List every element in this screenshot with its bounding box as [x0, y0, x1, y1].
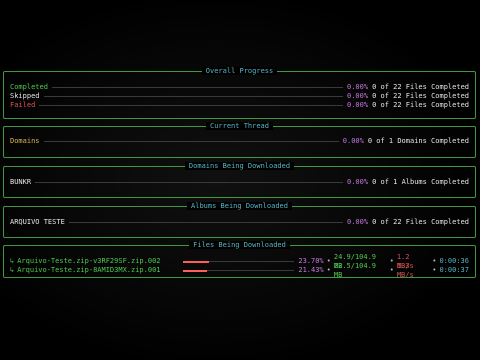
- album-row: ARQUIVO TESTE 0.00% 0 of 22 Files Comple…: [10, 218, 469, 227]
- row-label: ARQUIVO TESTE: [10, 218, 65, 226]
- file-progress-fill: [182, 260, 210, 263]
- panel-title-files: Files Being Downloaded: [189, 241, 290, 249]
- progress-track: [39, 105, 343, 106]
- albums-panel: Albums Being Downloaded ARQUIVO TESTE 0.…: [3, 202, 476, 238]
- panel-title-domains: Domains Being Downloaded: [184, 162, 295, 170]
- progress-track: [43, 141, 339, 142]
- overall-row-skipped: Skipped 0.00% 0 of 22 Files Completed: [10, 92, 469, 101]
- row-percent: 0.00%: [346, 178, 369, 186]
- domain-row: BUNKR 0.00% 0 of 1 Albums Completed: [10, 178, 469, 187]
- progress-track: [51, 87, 343, 88]
- file-progress-track: [182, 260, 295, 263]
- subitem-arrow-icon: ↳: [10, 257, 15, 265]
- panel-title-thread: Current Thread: [205, 122, 273, 130]
- progress-track: [68, 222, 343, 223]
- file-percent: 21.43%: [298, 266, 324, 274]
- row-status: 0 of 1 Domains Completed: [367, 137, 469, 145]
- row-label: Failed: [10, 101, 36, 109]
- overall-progress-panel: Overall Progress Completed 0.00% 0 of 22…: [3, 67, 476, 119]
- row-percent: 0.00%: [346, 83, 369, 91]
- row-label: Domains: [10, 137, 40, 145]
- file-percent: 23.70%: [298, 257, 324, 265]
- file-name: Arquivo-Teste.zip-v3RF29SF.zip.002: [17, 257, 161, 265]
- row-status: 0 of 22 Files Completed: [372, 101, 469, 109]
- row-status: 0 of 22 Files Completed: [372, 218, 469, 226]
- terminal-window: Overall Progress Completed 0.00% 0 of 22…: [0, 0, 480, 360]
- file-progress-track: [182, 269, 295, 272]
- row-percent: 0.00%: [346, 218, 369, 226]
- file-progress-fill: [182, 269, 207, 272]
- progress-track: [43, 96, 343, 97]
- row-percent: 0.00%: [346, 92, 369, 100]
- progress-track: [35, 182, 343, 183]
- row-status: 0 of 1 Albums Completed: [372, 178, 469, 186]
- subitem-arrow-icon: ↳: [10, 266, 15, 274]
- row-status: 0 of 22 Files Completed: [372, 92, 469, 100]
- overall-row-failed: Failed 0.00% 0 of 22 Files Completed: [10, 101, 469, 110]
- file-name: Arquivo-Teste.zip-8AMID3MX.zip.001: [17, 266, 161, 274]
- row-label: BUNKR: [10, 178, 32, 186]
- overall-row-completed: Completed 0.00% 0 of 22 Files Completed: [10, 83, 469, 92]
- file-eta: 0:00:37: [439, 266, 469, 274]
- row-percent: 0.00%: [342, 137, 364, 145]
- file-size: 22.5/104.9 MB: [333, 261, 377, 279]
- file-row: ↳ Arquivo-Teste.zip-8AMID3MX.zip.001 21.…: [10, 261, 469, 279]
- row-status: 0 of 22 Files Completed: [372, 83, 469, 91]
- row-percent: 0.00%: [346, 101, 369, 109]
- files-panel: Files Being Downloaded ↳ Arquivo-Teste.z…: [3, 241, 476, 279]
- panel-title-overall: Overall Progress: [201, 67, 278, 75]
- row-label: Skipped: [10, 92, 40, 100]
- file-eta: 0:00:36: [439, 257, 469, 265]
- domains-panel: Domains Being Downloaded BUNKR 0.00% 0 o…: [3, 162, 476, 198]
- current-thread-panel: Current Thread Domains 0.00% 0 of 1 Doma…: [3, 122, 476, 158]
- file-speed: 1.3 MB/s: [396, 261, 414, 279]
- panel-title-albums: Albums Being Downloaded: [187, 202, 292, 210]
- thread-row: Domains 0.00% 0 of 1 Domains Completed: [10, 137, 469, 146]
- row-label: Completed: [10, 83, 48, 91]
